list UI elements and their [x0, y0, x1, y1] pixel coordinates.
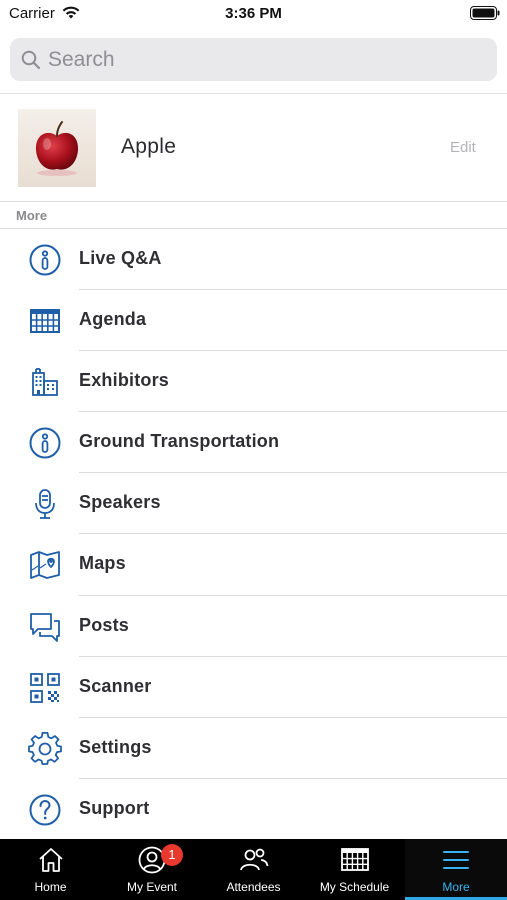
- tab-home[interactable]: Home: [0, 839, 101, 900]
- tab-my-event[interactable]: 1 My Event: [101, 839, 203, 900]
- tab-label: More: [442, 880, 470, 894]
- menu-item-live-qa[interactable]: Live Q&A: [0, 229, 507, 291]
- notification-badge: 1: [161, 844, 183, 866]
- menu-item-label: Speakers: [79, 492, 161, 513]
- profile-row[interactable]: Apple Edit: [0, 95, 507, 202]
- menu-item-label: Exhibitors: [79, 370, 170, 391]
- calendar-grid-icon: [30, 309, 60, 334]
- tab-label: Home: [34, 880, 67, 894]
- home-icon: [39, 848, 63, 872]
- hamburger-icon: [443, 851, 469, 869]
- menu-item-label: Posts: [79, 614, 130, 635]
- gear-icon: [28, 731, 62, 765]
- menu-item-label: Support: [79, 797, 150, 818]
- menu-item-label: Live Q&A: [79, 248, 162, 268]
- menu-item-label: Settings: [79, 736, 152, 757]
- menu-item-posts[interactable]: Posts: [0, 596, 507, 657]
- menu-item-exhibitors[interactable]: Exhibitors: [0, 351, 507, 413]
- info-icon: [29, 244, 61, 276]
- menu-item-support[interactable]: Support: [0, 779, 507, 840]
- menu-item-scanner[interactable]: Scanner: [0, 657, 507, 718]
- buildings-icon: [32, 368, 58, 397]
- edit-button[interactable]: Edit: [450, 139, 476, 156]
- menu-item-settings[interactable]: Settings: [0, 718, 507, 779]
- microphone-icon: [35, 489, 55, 520]
- chat-bubbles-icon: [30, 612, 60, 642]
- status-bar: Carrier 3:36 PM: [0, 0, 507, 28]
- people-icon: [240, 848, 269, 871]
- search-input[interactable]: [48, 38, 478, 81]
- menu-item-label: Maps: [79, 553, 126, 574]
- menu-item-ground-transportation[interactable]: Ground Transportation: [0, 412, 507, 474]
- tab-attendees[interactable]: Attendees: [203, 839, 304, 900]
- tab-label: My Event: [126, 880, 177, 894]
- search-bar: [0, 28, 507, 94]
- search-icon: [21, 50, 41, 70]
- menu-item-label: Scanner: [79, 675, 152, 696]
- tab-label: Attendees: [226, 880, 281, 894]
- tab-label: My Schedule: [319, 880, 390, 894]
- avatar: [18, 109, 96, 187]
- menu-item-maps[interactable]: Maps: [0, 534, 507, 596]
- question-icon: [29, 794, 61, 826]
- apple-photo-icon: [18, 109, 96, 187]
- menu-item-speakers[interactable]: Speakers: [0, 473, 507, 535]
- section-header: More: [0, 203, 507, 229]
- menu-item-label: Ground Transportation: [79, 431, 280, 452]
- tab-more[interactable]: More: [405, 839, 507, 900]
- search-field[interactable]: [10, 38, 497, 81]
- profile-name: Apple: [121, 135, 177, 158]
- qr-code-icon: [30, 672, 60, 703]
- section-title: More: [16, 208, 48, 223]
- menu-item-agenda[interactable]: Agenda: [0, 290, 507, 352]
- clock: 3:36 PM: [225, 5, 282, 22]
- battery-icon: [470, 6, 500, 20]
- info-icon: [29, 427, 61, 459]
- map-icon: [30, 551, 60, 580]
- tab-bar: Home 1 My Event Attendees My Schedule Mo…: [0, 839, 507, 900]
- tab-my-schedule[interactable]: My Schedule: [304, 839, 405, 900]
- more-menu-list: Live Q&A Agenda Exhibitors Ground Transp…: [0, 229, 507, 840]
- menu-item-label: Agenda: [79, 309, 147, 330]
- calendar-grid-icon: [341, 848, 369, 871]
